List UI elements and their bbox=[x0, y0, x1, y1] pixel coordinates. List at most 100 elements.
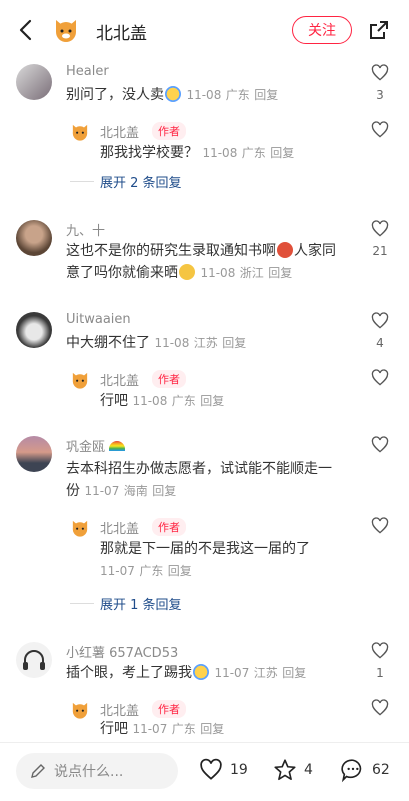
comment-button[interactable]: 62 bbox=[340, 757, 390, 783]
reply-date: 11-07 bbox=[100, 564, 135, 578]
heart-icon[interactable] bbox=[370, 311, 390, 331]
star-icon bbox=[274, 759, 296, 781]
comment-date: 11-08 bbox=[186, 88, 222, 102]
reply-link[interactable]: 回复 bbox=[200, 722, 224, 736]
avatar[interactable] bbox=[16, 220, 52, 256]
like-total: 19 bbox=[230, 762, 248, 778]
share-icon[interactable] bbox=[368, 19, 390, 41]
reply-link[interactable]: 回复 bbox=[254, 88, 278, 102]
reply-username[interactable]: 北北盖 bbox=[100, 370, 139, 389]
comment-username[interactable]: 九、十 bbox=[66, 220, 105, 239]
avatar[interactable] bbox=[16, 436, 52, 472]
comment-username[interactable]: Healer bbox=[66, 64, 109, 79]
back-icon[interactable] bbox=[16, 18, 36, 42]
author-avatar-cat-icon[interactable] bbox=[52, 16, 80, 44]
reply-link[interactable]: 回复 bbox=[222, 336, 246, 350]
reply-author-cat-icon[interactable] bbox=[70, 700, 90, 720]
username-text: 巩金瓯 bbox=[66, 440, 106, 455]
comment-text[interactable]: 插个眼，考上了踢我 11-07 江苏 回复 bbox=[66, 662, 306, 684]
reply-author-cat-icon[interactable] bbox=[70, 518, 90, 538]
follow-button[interactable]: 关注 bbox=[292, 16, 352, 44]
comment-text[interactable]: 去本科招生办做志愿者，试试能不能顺走一 份 11-07 海南 回复 bbox=[66, 458, 366, 502]
reply-date: 11-08 bbox=[132, 394, 168, 408]
reply-text[interactable]: 那就是下一届的不是我这一届的了 11-07 广东 回复 bbox=[100, 538, 370, 582]
heart-icon bbox=[200, 758, 222, 780]
pencil-icon bbox=[31, 764, 45, 778]
comment-body: 插个眼，考上了踢我 bbox=[66, 665, 192, 681]
reply-date: 11-07 bbox=[132, 722, 168, 736]
avatar[interactable] bbox=[16, 64, 52, 100]
like-count: 4 bbox=[376, 336, 384, 350]
heart-icon[interactable] bbox=[370, 63, 390, 83]
reply-link[interactable]: 回复 bbox=[282, 666, 306, 680]
reply-username[interactable]: 北北盖 bbox=[100, 700, 139, 719]
reply-text[interactable]: 行吧 11-08 广东 回复 bbox=[100, 390, 224, 412]
reply-text[interactable]: 那我找学校要？ 11-08 广东 回复 bbox=[100, 142, 294, 164]
reply-location: 广东 bbox=[139, 564, 164, 578]
comment-location: 江苏 bbox=[193, 336, 218, 350]
author-badge: 作者 bbox=[152, 700, 186, 718]
comment-input[interactable]: 说点什么... bbox=[16, 753, 178, 789]
reply-body: 那我找学校要？ bbox=[100, 145, 198, 161]
comment-body: 这也不是你的研究生录取通知书啊 bbox=[66, 243, 276, 259]
comment-location: 广东 bbox=[225, 88, 250, 102]
collect-button[interactable]: 4 bbox=[272, 757, 313, 783]
heart-icon[interactable] bbox=[370, 641, 390, 661]
avatar[interactable] bbox=[16, 312, 52, 348]
author-badge: 作者 bbox=[152, 122, 186, 140]
reply-location: 广东 bbox=[171, 722, 196, 736]
comment-text[interactable]: 这也不是你的研究生录取通知书啊 人家同 意了吗你就偷来晒 11-08 浙江 回复 bbox=[66, 240, 366, 284]
reply-body: 行吧 bbox=[100, 393, 128, 409]
heart-icon[interactable] bbox=[370, 698, 390, 718]
bottom-action-bar: 说点什么... 19 4 62 bbox=[0, 742, 409, 801]
reply-date: 11-08 bbox=[202, 146, 238, 160]
comment-body: 别问了，没人卖 bbox=[66, 87, 164, 103]
heart-icon[interactable] bbox=[370, 219, 390, 239]
comment-text[interactable]: 别问了，没人卖 11-08 广东 回复 bbox=[66, 84, 278, 106]
divider bbox=[70, 603, 94, 604]
rainbow-emoji-icon bbox=[109, 441, 126, 451]
heart-icon[interactable] bbox=[370, 120, 390, 140]
crying-emoji-icon bbox=[193, 664, 209, 680]
like-count: 3 bbox=[376, 88, 384, 102]
star-total: 4 bbox=[304, 762, 313, 778]
reply-link[interactable]: 回复 bbox=[168, 564, 192, 578]
comment-body: 中大绷不住了 bbox=[66, 335, 150, 351]
expand-replies-link[interactable]: 展开 1 条回复 bbox=[100, 594, 182, 613]
reply-username[interactable]: 北北盖 bbox=[100, 518, 139, 537]
expand-replies-link[interactable]: 展开 2 条回复 bbox=[100, 172, 182, 191]
reply-location: 广东 bbox=[171, 394, 196, 408]
comment-location: 江苏 bbox=[253, 666, 278, 680]
comment-input-placeholder: 说点什么... bbox=[54, 764, 124, 780]
reply-link[interactable]: 回复 bbox=[268, 266, 292, 280]
comment-username[interactable]: 小红薯 657ACD53 bbox=[66, 642, 178, 661]
heart-icon[interactable] bbox=[370, 435, 390, 455]
comment-body-line2: 意了吗你就偷来晒 bbox=[66, 265, 178, 281]
comment-body: 去本科招生办做志愿者，试试能不能顺走一 bbox=[66, 461, 332, 477]
comment-username[interactable]: Uitwaaien bbox=[66, 312, 131, 327]
comment-username[interactable]: 巩金瓯 bbox=[66, 436, 126, 455]
comment-location: 海南 bbox=[123, 484, 148, 498]
comment-date: 11-08 bbox=[154, 336, 190, 350]
comment-text[interactable]: 中大绷不住了 11-08 江苏 回复 bbox=[66, 332, 246, 354]
comment-body-line2: 份 bbox=[66, 483, 80, 499]
reply-link[interactable]: 回复 bbox=[270, 146, 294, 160]
comment-total: 62 bbox=[372, 762, 390, 778]
like-count: 1 bbox=[376, 666, 384, 680]
reply-author-cat-icon[interactable] bbox=[70, 370, 90, 390]
author-badge: 作者 bbox=[152, 370, 186, 388]
reply-text[interactable]: 行吧 11-07 广东 回复 bbox=[100, 718, 224, 740]
like-count: 21 bbox=[372, 244, 388, 258]
reply-location: 广东 bbox=[241, 146, 266, 160]
author-badge: 作者 bbox=[152, 518, 186, 536]
reply-link[interactable]: 回复 bbox=[152, 484, 176, 498]
heart-icon[interactable] bbox=[370, 516, 390, 536]
reply-link[interactable]: 回复 bbox=[200, 394, 224, 408]
heart-icon[interactable] bbox=[370, 368, 390, 388]
author-name[interactable]: 北北盖 bbox=[96, 19, 147, 44]
reply-author-cat-icon[interactable] bbox=[70, 122, 90, 142]
avatar-headphones-icon[interactable] bbox=[16, 642, 52, 678]
like-button[interactable]: 19 bbox=[198, 757, 248, 783]
crying-emoji-icon bbox=[165, 86, 181, 102]
reply-username[interactable]: 北北盖 bbox=[100, 122, 139, 141]
